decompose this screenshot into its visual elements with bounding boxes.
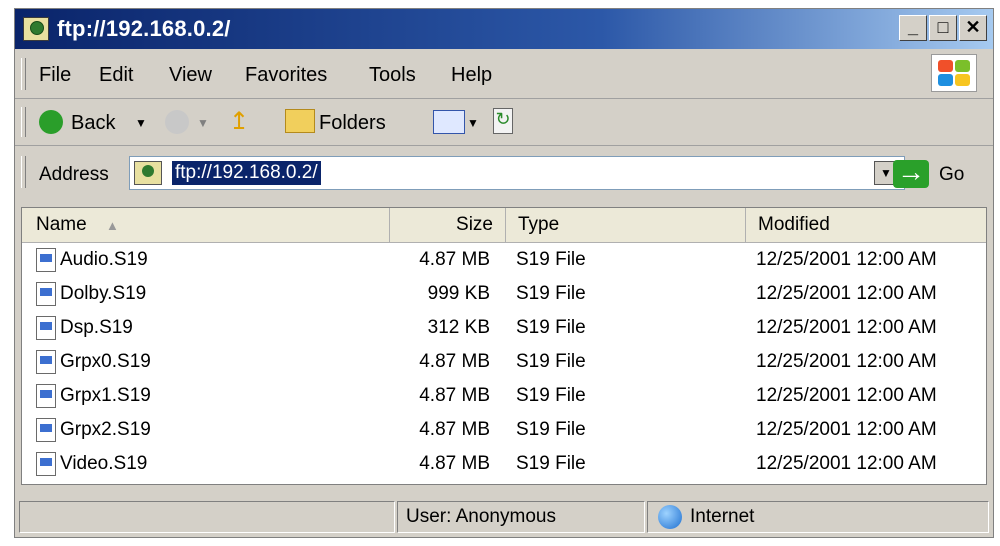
file-size: 312 KB bbox=[427, 317, 490, 338]
status-user: User: Anonymous bbox=[397, 501, 645, 533]
views-dropdown-icon[interactable]: ▼ bbox=[467, 116, 479, 130]
explorer-window: ftp://192.168.0.2/ _ □ ✕ File Edit View … bbox=[14, 8, 994, 538]
menu-bar: File Edit View Favorites Tools Help bbox=[15, 50, 993, 99]
go-button[interactable]: Go bbox=[939, 164, 964, 186]
column-name[interactable]: Name ▲ bbox=[22, 208, 390, 242]
menu-help[interactable]: Help bbox=[451, 64, 492, 87]
file-modified: 12/25/2001 12:00 AM bbox=[756, 317, 937, 338]
menu-grip[interactable] bbox=[21, 58, 26, 90]
s19-file-icon bbox=[36, 384, 56, 408]
file-modified: 12/25/2001 12:00 AM bbox=[756, 385, 937, 406]
windows-logo-icon bbox=[931, 54, 977, 92]
file-row[interactable]: Video.S19 4.87 MB S19 File 12/25/2001 12… bbox=[22, 448, 986, 482]
file-modified: 12/25/2001 12:00 AM bbox=[756, 453, 937, 474]
s19-file-icon bbox=[36, 452, 56, 476]
file-size: 4.87 MB bbox=[419, 351, 490, 372]
s19-file-icon bbox=[36, 316, 56, 340]
column-name-label: Name bbox=[36, 214, 87, 235]
s19-file-icon bbox=[36, 248, 56, 272]
status-zone-label: Internet bbox=[690, 506, 755, 527]
file-name: Grpx0.S19 bbox=[60, 351, 151, 372]
s19-file-icon bbox=[36, 350, 56, 374]
file-type: S19 File bbox=[516, 453, 586, 474]
views-icon[interactable] bbox=[433, 110, 465, 134]
menu-view[interactable]: View bbox=[169, 64, 212, 87]
file-size: 4.87 MB bbox=[419, 385, 490, 406]
column-type[interactable]: Type bbox=[506, 208, 746, 242]
window-controls: _ □ ✕ bbox=[899, 15, 987, 41]
sort-ascending-icon: ▲ bbox=[105, 218, 119, 233]
file-row[interactable]: Grpx0.S19 4.87 MB S19 File 12/25/2001 12… bbox=[22, 346, 986, 380]
menu-file[interactable]: File bbox=[39, 64, 71, 87]
file-modified: 12/25/2001 12:00 AM bbox=[756, 283, 937, 304]
back-dropdown-icon[interactable]: ▼ bbox=[135, 116, 147, 130]
menu-tools[interactable]: Tools bbox=[369, 64, 416, 87]
file-size: 999 KB bbox=[427, 283, 490, 304]
column-size[interactable]: Size bbox=[390, 208, 506, 242]
file-row[interactable]: Dolby.S19 999 KB S19 File 12/25/2001 12:… bbox=[22, 278, 986, 312]
close-button[interactable]: ✕ bbox=[959, 15, 987, 41]
status-message bbox=[19, 501, 395, 533]
minimize-button[interactable]: _ bbox=[899, 15, 927, 41]
back-button[interactable]: Back bbox=[71, 112, 115, 135]
title-bar[interactable]: ftp://192.168.0.2/ _ □ ✕ bbox=[15, 9, 993, 49]
up-folder-icon[interactable]: ↥ bbox=[229, 107, 249, 136]
file-name: Dsp.S19 bbox=[60, 317, 133, 338]
s19-file-icon bbox=[36, 282, 56, 306]
internet-globe-icon bbox=[658, 505, 682, 529]
refresh-icon[interactable]: ↻ bbox=[493, 108, 513, 134]
address-field[interactable]: ftp://192.168.0.2/ ▼ bbox=[129, 156, 905, 190]
file-list[interactable]: Name ▲ Size Type Modified Audio.S19 4.87… bbox=[21, 207, 987, 485]
file-type: S19 File bbox=[516, 283, 586, 304]
window-title: ftp://192.168.0.2/ bbox=[57, 16, 231, 41]
file-row[interactable]: Audio.S19 4.87 MB S19 File 12/25/2001 12… bbox=[22, 244, 986, 278]
file-name: Audio.S19 bbox=[60, 249, 148, 270]
address-label: Address bbox=[39, 164, 109, 185]
file-row[interactable]: Grpx2.S19 4.87 MB S19 File 12/25/2001 12… bbox=[22, 414, 986, 448]
go-arrow-icon[interactable] bbox=[893, 156, 929, 188]
address-ftp-icon bbox=[134, 161, 162, 185]
s19-file-icon bbox=[36, 418, 56, 442]
menu-favorites[interactable]: Favorites bbox=[245, 64, 327, 87]
back-arrow-icon[interactable] bbox=[39, 110, 63, 134]
folders-button[interactable]: Folders bbox=[319, 112, 386, 135]
column-header: Name ▲ Size Type Modified bbox=[22, 208, 986, 243]
address-bar: Address ftp://192.168.0.2/ ▼ Go bbox=[15, 146, 993, 198]
address-grip[interactable] bbox=[21, 156, 26, 188]
address-value[interactable]: ftp://192.168.0.2/ bbox=[172, 161, 321, 185]
file-row[interactable]: Dsp.S19 312 KB S19 File 12/25/2001 12:00… bbox=[22, 312, 986, 346]
file-size: 4.87 MB bbox=[419, 419, 490, 440]
file-modified: 12/25/2001 12:00 AM bbox=[756, 351, 937, 372]
status-bar: User: Anonymous Internet bbox=[15, 495, 993, 537]
standard-toolbar: Back ▼ ▼ ↥ Folders ▼ ↻ bbox=[15, 99, 993, 146]
file-type: S19 File bbox=[516, 317, 586, 338]
file-row[interactable]: Grpx1.S19 4.87 MB S19 File 12/25/2001 12… bbox=[22, 380, 986, 414]
file-size: 4.87 MB bbox=[419, 453, 490, 474]
file-name: Dolby.S19 bbox=[60, 283, 147, 304]
column-modified[interactable]: Modified bbox=[746, 208, 986, 242]
file-name: Grpx2.S19 bbox=[60, 419, 151, 440]
status-zone: Internet bbox=[647, 501, 989, 533]
menu-edit[interactable]: Edit bbox=[99, 64, 133, 87]
file-modified: 12/25/2001 12:00 AM bbox=[756, 419, 937, 440]
file-modified: 12/25/2001 12:00 AM bbox=[756, 249, 937, 270]
file-type: S19 File bbox=[516, 385, 586, 406]
file-type: S19 File bbox=[516, 419, 586, 440]
maximize-button[interactable]: □ bbox=[929, 15, 957, 41]
file-size: 4.87 MB bbox=[419, 249, 490, 270]
forward-arrow-icon[interactable] bbox=[165, 110, 189, 134]
forward-dropdown-icon[interactable]: ▼ bbox=[197, 116, 209, 130]
file-name: Video.S19 bbox=[60, 453, 148, 474]
file-type: S19 File bbox=[516, 249, 586, 270]
file-name: Grpx1.S19 bbox=[60, 385, 151, 406]
folders-icon[interactable] bbox=[285, 109, 315, 133]
toolbar-grip[interactable] bbox=[21, 107, 26, 137]
file-type: S19 File bbox=[516, 351, 586, 372]
ftp-folder-icon bbox=[23, 17, 49, 41]
